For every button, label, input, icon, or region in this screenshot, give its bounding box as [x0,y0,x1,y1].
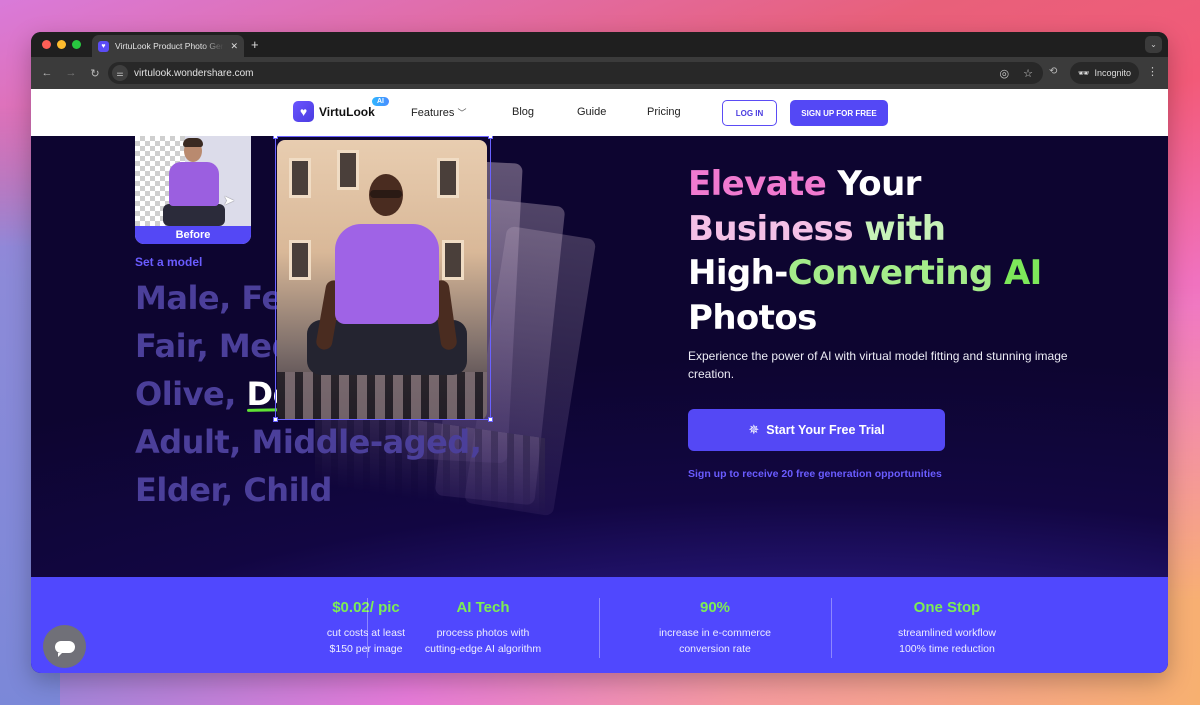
headline-word: AI [992,253,1042,293]
tab-bar: ♥ VirtuLook Product Photo Generator ✕ + … [31,32,1168,57]
free-generations-note[interactable]: Sign up to receive 20 free generation op… [688,468,942,480]
address-bar[interactable]: ⚌ virtulook.wondershare.com ◎ ☆ [108,62,1043,84]
headline-word: Business [688,208,854,249]
sparkle-icon: ✵ [748,422,760,437]
before-image-card: ➤ Before [135,136,251,244]
set-model-label: Set a model [135,255,203,269]
favicon-icon: ♥ [98,40,109,52]
browser-window: ♥ VirtuLook Product Photo Generator ✕ + … [31,32,1168,673]
tab-title: VirtuLook Product Photo Generator [115,41,225,51]
headline-word: Your [826,164,921,204]
chevron-down-icon: ﹀ [457,108,467,118]
stat-title: AI Tech [456,599,510,616]
site-logo[interactable]: ♥ VirtuLook AI [293,97,389,122]
stat-desc: conversion rate [679,643,751,655]
stat-item: One Stop streamlined workflow 100% time r… [831,577,1063,673]
logo-text: VirtuLook [319,104,375,119]
stat-title: One Stop [913,599,981,616]
ai-badge: AI [372,97,389,106]
start-free-trial-button[interactable]: ✵ Start Your Free Trial [688,409,945,451]
cursor-icon: ➤ [223,192,235,208]
site-header: ♥ VirtuLook AI Features ﹀ Blog Guide Pri… [31,89,1168,136]
male-model-image [163,138,225,226]
maximize-window-button[interactable] [72,40,81,49]
stat-desc: increase in e-commerce [658,627,772,639]
stat-title: 90% [699,599,731,616]
nav-features[interactable]: Features ﹀ [411,106,467,119]
forward-arrow-icon[interactable]: → [59,67,83,79]
chat-bubble-icon [54,640,75,657]
nav-features-label: Features [411,107,455,119]
reload-icon[interactable]: ↻ [83,67,107,80]
nav-guide[interactable]: Guide [577,106,606,118]
extension-icon[interactable]: ⟲ [1049,66,1057,77]
url-text[interactable]: virtulook.wondershare.com [134,68,254,79]
incognito-indicator[interactable]: 🕶 Incognito [1070,62,1139,84]
new-tab-icon[interactable]: + [251,37,259,52]
stats-bar: $0.02/ pic cut costs at least $150 per im… [31,577,1168,673]
headline-word: Photos [688,297,817,338]
logo-heart-icon: ♥ [293,101,314,122]
close-tab-icon[interactable]: ✕ [230,41,238,52]
nav-blog[interactable]: Blog [512,106,534,118]
tracking-blocked-eye-icon[interactable]: ◎ [1000,67,1010,80]
chat-support-button[interactable] [43,625,86,668]
minimize-window-button[interactable] [57,40,66,49]
before-label: Before [135,226,251,244]
tab-search-chevron-icon[interactable]: ⌄ [1145,36,1162,53]
headline-word: with [852,208,946,249]
hero-headline: Elevate Your Business with High-Converti… [688,162,1042,340]
nav-pricing[interactable]: Pricing [647,106,681,118]
stat-item: 90% increase in e-commerce conversion rat… [599,577,831,673]
bookmark-star-icon[interactable]: ☆ [1023,67,1033,80]
stat-item: AI Tech process photos with cutting-edge … [367,577,599,673]
close-window-button[interactable] [42,40,51,49]
login-button[interactable]: LOG IN [722,100,777,126]
resize-handle [273,136,278,139]
hero-subtext: Experience the power of AI with virtual … [688,349,1068,381]
browser-tab[interactable]: ♥ VirtuLook Product Photo Generator ✕ [92,35,244,57]
generated-model-photo [277,140,487,420]
stat-desc: streamlined workflow [897,627,997,639]
headline-word: Converting [787,253,994,293]
incognito-label: Incognito [1094,68,1131,78]
stat-desc: cutting-edge AI algorithm [424,643,542,655]
traits-age-2: Elder, Child [135,471,332,509]
site-settings-icon[interactable]: ⚌ [112,65,128,81]
headline-word: High- [688,253,788,293]
traits-olive: Olive, [135,375,247,413]
browser-toolbar: ← → ↻ ⚌ virtulook.wondershare.com ◎ ☆ ⟲ … [31,57,1168,89]
traits-age-1: Adult, Middle-aged, [135,423,482,461]
signup-button[interactable]: SIGN UP FOR FREE [790,100,888,126]
back-arrow-icon[interactable]: ← [35,67,59,79]
stat-desc: 100% time reduction [899,643,995,655]
stat-desc: process photos with [436,627,530,639]
more-menu-icon[interactable]: ⋮ [1147,65,1158,78]
window-controls [42,40,81,49]
resize-handle [488,136,493,139]
incognito-icon: 🕶 [1078,67,1090,78]
hero-section: ➤ Before Set a model Male, Female, Fair,… [31,136,1168,577]
headline-word: Elevate [688,164,827,204]
cta-label: Start Your Free Trial [766,423,885,437]
